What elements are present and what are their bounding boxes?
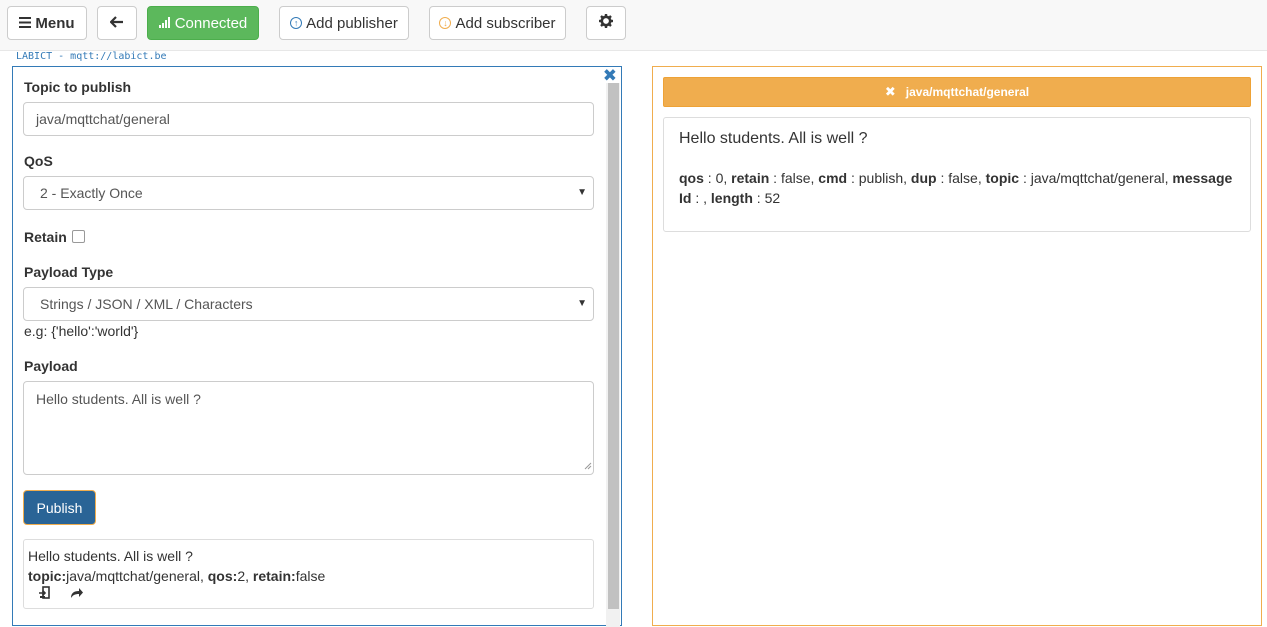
connected-button[interactable]: Connected	[147, 6, 259, 40]
add-publisher-button[interactable]: ↑ Add publisher	[279, 6, 409, 40]
dropdown-arrow-icon: ▼	[577, 298, 587, 309]
history-retain-value: false	[295, 568, 326, 584]
hamburger-icon	[19, 15, 32, 32]
meta-length-key: length	[710, 190, 753, 206]
history-topic-value: java/mqttchat/general	[66, 568, 200, 584]
meta-qos-key: qos	[679, 170, 704, 186]
republish-icon[interactable]	[38, 584, 52, 604]
history-actions	[28, 584, 589, 604]
published-message-history: Hello students. All is well ? topic:java…	[23, 539, 594, 609]
signal-icon	[158, 15, 171, 32]
qos-label: QoS	[24, 153, 53, 169]
menu-label: Menu	[35, 14, 75, 32]
meta-length-value: 52	[764, 190, 781, 206]
history-qos-key: qos:	[207, 568, 238, 584]
upload-circle-icon: ↑	[290, 17, 303, 29]
connected-label: Connected	[174, 14, 248, 32]
topic-input-value: java/mqttchat/general	[36, 111, 170, 127]
meta-retain-value: false	[780, 170, 811, 186]
qos-select-value: 2 - Exactly Once	[40, 185, 143, 201]
payload-textarea-value: Hello students. All is well ?	[36, 391, 201, 407]
add-subscriber-button[interactable]: ↓ Add subscriber	[429, 6, 566, 40]
dropdown-arrow-icon: ▼	[577, 187, 587, 198]
add-subscriber-label: Add subscriber	[455, 14, 556, 32]
top-toolbar: Menu Connected ↑ Add publisher ↓ Add sub…	[0, 0, 1267, 51]
subscriber-topic: java/mqttchat/general	[905, 85, 1030, 99]
meta-cmd-key: cmd	[818, 170, 848, 186]
meta-cmd-value: publish	[858, 170, 904, 186]
retain-checkbox[interactable]	[72, 230, 85, 243]
settings-button[interactable]	[586, 6, 626, 40]
scrollbar-thumb[interactable]	[608, 83, 619, 609]
meta-topic-key: topic	[985, 170, 1020, 186]
close-icon[interactable]: ✖	[885, 84, 896, 100]
meta-qos-value: 0	[715, 170, 724, 186]
history-qos-value: 2	[237, 568, 246, 584]
qos-select[interactable]: 2 - Exactly Once ▼	[23, 176, 594, 210]
publish-button[interactable]: Publish	[23, 490, 96, 525]
back-button[interactable]	[97, 6, 137, 40]
history-topic-key: topic:	[28, 568, 67, 584]
publisher-panel: ✖ Topic to publish java/mqttchat/general…	[12, 66, 622, 627]
topic-label: Topic to publish	[24, 79, 132, 95]
received-message: Hello students. All is well ? qos : 0, r…	[663, 117, 1251, 232]
payload-type-value: Strings / JSON / XML / Characters	[40, 296, 253, 312]
broker-label: LABICT - mqtt://labict.be	[16, 51, 167, 62]
received-message-meta: qos : 0, retain : false, cmd : publish, …	[679, 170, 1233, 206]
meta-retain-key: retain	[731, 170, 770, 186]
meta-dup-key: dup	[910, 170, 937, 186]
history-meta: topic:java/mqttchat/general, qos:2, reta…	[28, 568, 326, 584]
publish-label: Publish	[36, 499, 83, 516]
subscriber-header[interactable]: ✖ java/mqttchat/general	[663, 77, 1251, 107]
payload-type-select[interactable]: Strings / JSON / XML / Characters ▼	[23, 287, 594, 321]
history-retain-key: retain:	[252, 568, 296, 584]
arrow-left-icon	[109, 15, 124, 32]
topic-input[interactable]: java/mqttchat/general	[23, 102, 594, 136]
meta-topic-value: java/mqttchat/general	[1030, 170, 1165, 186]
scrollbar[interactable]	[606, 83, 620, 627]
subscriber-panel: ✖ java/mqttchat/general Hello students. …	[652, 66, 1262, 626]
received-message-payload: Hello students. All is well ?	[679, 130, 868, 147]
payload-hint: e.g: {'hello':'world'}	[24, 323, 139, 339]
add-publisher-label: Add publisher	[306, 14, 398, 32]
payload-label: Payload	[24, 358, 78, 374]
payload-textarea[interactable]: Hello students. All is well ?	[23, 381, 594, 475]
history-message: Hello students. All is well ?	[28, 548, 193, 564]
resize-handle-icon[interactable]	[583, 457, 592, 473]
share-arrow-icon[interactable]	[70, 584, 84, 604]
menu-button[interactable]: Menu	[7, 6, 87, 40]
payload-type-label: Payload Type	[24, 264, 114, 280]
meta-dup-value: false	[948, 170, 978, 186]
download-circle-icon: ↓	[439, 17, 452, 29]
gear-icon	[599, 14, 613, 32]
retain-label: Retain	[24, 229, 67, 245]
